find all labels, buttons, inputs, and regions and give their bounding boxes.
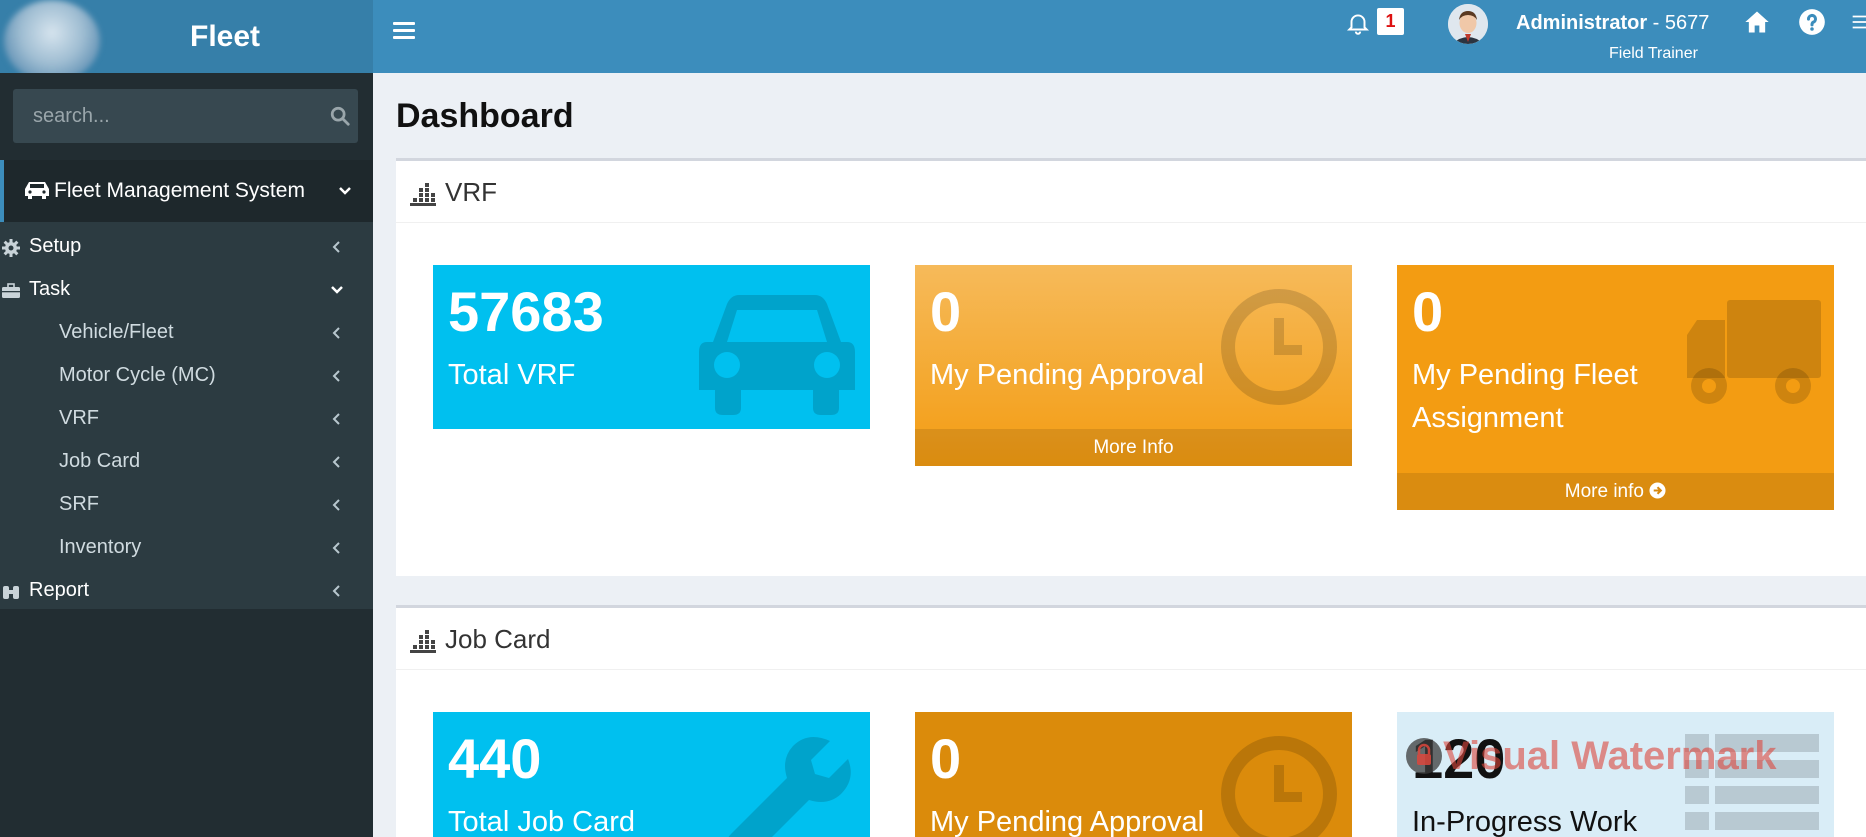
chevron-down-icon [339, 187, 351, 195]
user-name: Administrator [1516, 12, 1648, 34]
sidebar-item-label: Setup [29, 235, 82, 257]
chevron-down-icon [331, 286, 343, 294]
user-avatar[interactable] [1448, 4, 1488, 44]
gear-icon [2, 239, 20, 257]
logo-avatar-image [4, 0, 100, 82]
sidebar-item-label: VRF [59, 407, 99, 429]
car-icon [699, 295, 855, 415]
tile-label: In-Progress Work [1412, 806, 1638, 837]
sidebar-item-label: Job Card [59, 450, 141, 472]
sidebar: Fleet Management System Setup Task Vehic… [0, 73, 373, 837]
sidebar-toggle-icon[interactable] [393, 22, 415, 40]
help-icon[interactable] [1798, 8, 1826, 36]
tile-number: 57683 [448, 280, 604, 343]
user-role: Field Trainer [1609, 45, 1698, 62]
settings-sliders-icon[interactable] [1849, 8, 1866, 36]
bell-icon[interactable] [1345, 10, 1371, 36]
chevron-left-icon [332, 327, 340, 339]
truck-icon [1687, 300, 1821, 404]
section-title: Job Card [445, 624, 551, 654]
sidebar-item-label: Task [29, 278, 71, 300]
sidebar-item-report[interactable]: Report [0, 570, 373, 612]
sidebar-search-box [13, 89, 358, 143]
dashboard-grid-icon [410, 630, 436, 653]
logo-area[interactable]: Fleet [0, 0, 373, 82]
pending-approval-tile[interactable]: 0 My Pending Approval More Info [915, 265, 1352, 466]
tile-label: Total Job Card [448, 806, 635, 837]
job-card-section-box: Job Card 440 Total Job Card 0 My Pending… [396, 605, 1866, 837]
more-info-label: More Info [1093, 437, 1174, 458]
chevron-left-icon [332, 499, 340, 511]
sidebar-item-vrf[interactable]: VRF [0, 398, 373, 440]
sidebar-item-job-card[interactable]: Job Card [0, 441, 373, 483]
sidebar-item-vehicle-fleet[interactable]: Vehicle/Fleet [0, 312, 373, 354]
tile-number: 0 [930, 727, 962, 790]
sidebar-item-fleet-management-system[interactable]: Fleet Management System [0, 160, 373, 222]
chevron-left-icon [332, 413, 340, 425]
watermark-text: Visual Watermark [1443, 734, 1777, 778]
clock-icon [1221, 736, 1337, 837]
home-icon[interactable] [1743, 8, 1771, 36]
total-job-card-tile[interactable]: 440 Total Job Card [433, 712, 870, 837]
arrow-circle-right-icon [1649, 482, 1666, 499]
binoculars-icon [3, 586, 19, 599]
vrf-section-box: VRF 57683 Total VRF 0 My Pending Approva… [396, 158, 1866, 576]
chevron-left-icon [332, 456, 340, 468]
logo-text: Fleet [190, 20, 261, 53]
notification-count-badge[interactable]: 1 [1377, 8, 1404, 35]
vrf-section-header: VRF [396, 161, 1866, 223]
search-icon[interactable] [329, 105, 351, 127]
user-name-label[interactable]: Administrator - 5677 [1516, 12, 1709, 35]
wrench-icon [728, 737, 851, 837]
clock-icon [1221, 289, 1337, 405]
tile-label: My Pending Approval [930, 806, 1205, 837]
tile-label: My Pending Fleet Assignment [1412, 359, 1638, 434]
briefcase-icon [2, 283, 20, 298]
sidebar-item-srf[interactable]: SRF [0, 484, 373, 526]
sidebar-item-label: Vehicle/Fleet [59, 321, 174, 343]
sidebar-item-label: Fleet Management System [54, 179, 305, 202]
sidebar-item-task[interactable]: Task [0, 269, 373, 311]
more-info-label: More info [1564, 481, 1644, 502]
in-progress-work-tile[interactable]: 120 In-Progress Work Visual Watermark [1397, 712, 1834, 837]
search-input[interactable] [33, 101, 303, 131]
user-id: - 5677 [1647, 12, 1710, 34]
tile-number: 0 [930, 280, 962, 343]
sidebar-item-motor-cycle[interactable]: Motor Cycle (MC) [0, 355, 373, 397]
sidebar-item-label: Inventory [59, 536, 142, 558]
more-info-link[interactable]: More Info [915, 429, 1352, 466]
chevron-left-icon [332, 585, 340, 597]
tile-number: 440 [448, 727, 542, 790]
more-info-link[interactable]: More info [1397, 473, 1834, 510]
car-icon [25, 182, 49, 199]
watermark-overlay: Visual Watermark [1397, 734, 1777, 779]
job-pending-approval-tile[interactable]: 0 My Pending Approval [915, 712, 1352, 837]
page-title: Dashboard [396, 97, 574, 135]
chevron-left-icon [332, 542, 340, 554]
total-vrf-tile[interactable]: 57683 Total VRF [433, 265, 870, 429]
section-title: VRF [445, 177, 497, 207]
sidebar-item-label: SRF [59, 493, 99, 515]
chevron-left-icon [332, 241, 340, 253]
sidebar-item-label: Motor Cycle (MC) [59, 364, 216, 386]
top-navbar: 1 Administrator - 5677 Field Trainer [373, 0, 1866, 73]
sidebar-item-inventory[interactable]: Inventory [0, 527, 373, 569]
sidebar-item-label: Report [29, 579, 90, 601]
dashboard-grid-icon [410, 183, 436, 206]
sidebar-item-setup[interactable]: Setup [0, 226, 373, 268]
tile-label: My Pending Approval [930, 359, 1205, 391]
lock-icon [1406, 738, 1442, 774]
tile-number: 0 [1412, 280, 1444, 343]
pending-fleet-assignment-tile[interactable]: 0 My Pending Fleet Assignment More info [1397, 265, 1834, 510]
chevron-left-icon [332, 370, 340, 382]
job-card-section-header: Job Card [396, 608, 1866, 670]
